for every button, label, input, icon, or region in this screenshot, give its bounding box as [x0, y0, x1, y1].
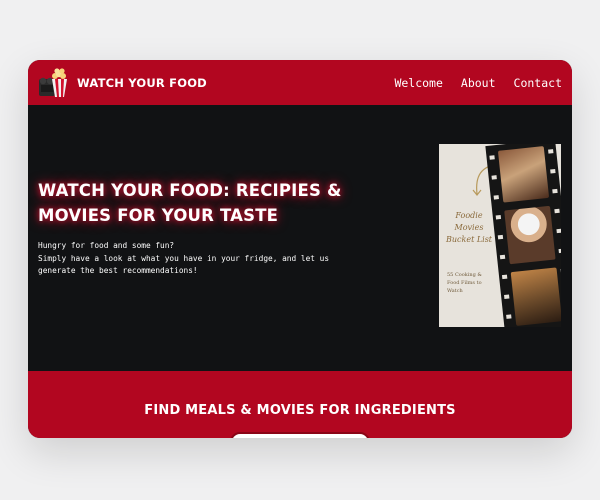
hero-description: Hungry for food and some fun? Simply hav…: [38, 240, 358, 278]
section-title: FIND MEALS & MOVIES FOR INGREDIENTS: [144, 403, 456, 418]
browser-window: WATCH YOUR FOOD Welcome About Contact WA…: [28, 60, 572, 438]
nav-link-welcome[interactable]: Welcome: [394, 76, 442, 90]
film-photo-3: [510, 267, 561, 326]
navbar: WATCH YOUR FOOD Welcome About Contact: [28, 60, 572, 105]
brand[interactable]: WATCH YOUR FOOD: [38, 67, 207, 99]
film-strip: [485, 144, 561, 327]
hero-title: WATCH YOUR FOOD: RECIPIES & MOVIES FOR Y…: [38, 181, 342, 225]
nav-links: Welcome About Contact: [394, 76, 562, 90]
film-photo-1: [497, 146, 550, 203]
hero-line-1: Hungry for food and some fun?: [38, 241, 175, 250]
poster-image: Foodie Movies Bucket List 55 Cooking & F…: [439, 144, 561, 327]
nav-link-about[interactable]: About: [461, 76, 496, 90]
poster-subtitle: 55 Cooking & Food Films to Watch: [447, 272, 482, 294]
poster-title: Foodie Movies Bucket List: [445, 211, 493, 244]
hero-section: WATCH YOUR FOOD: RECIPIES & MOVIES FOR Y…: [28, 105, 572, 371]
nav-link-contact[interactable]: Contact: [514, 76, 562, 90]
film-photo-2: [504, 205, 556, 265]
hero-line-2: Simply have a look at what you have in y…: [38, 253, 330, 276]
popcorn-icon: [38, 67, 71, 99]
brand-name: WATCH YOUR FOOD: [77, 75, 207, 90]
find-section: FIND MEALS & MOVIES FOR INGREDIENTS: [28, 371, 572, 438]
ingredient-search-input[interactable]: [230, 432, 370, 438]
